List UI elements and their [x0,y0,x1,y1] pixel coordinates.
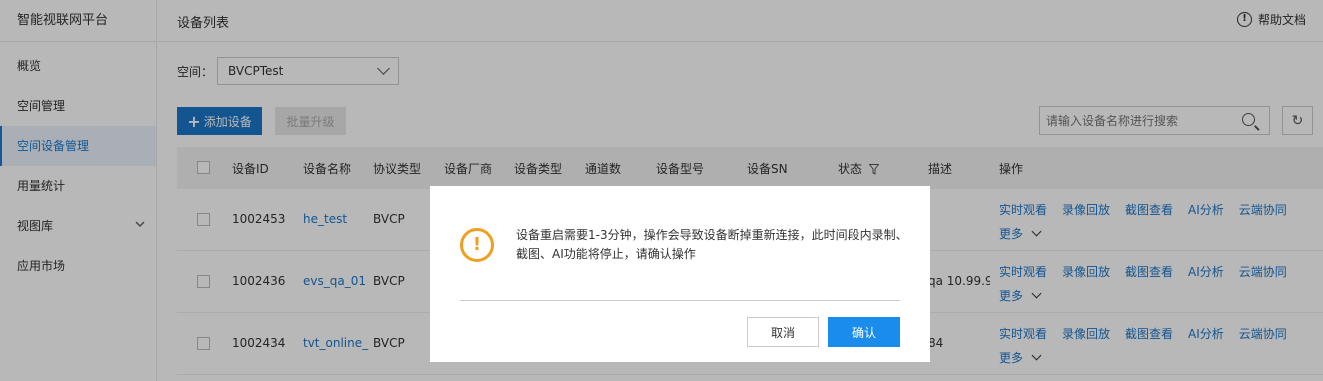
dialog-message: 设备重启需要1-3分钟，操作会导致设备断掉重新连接，此时间段内录制、截图、AI功… [516,228,908,261]
warning-icon: ! [460,228,494,262]
confirm-dialog: ! 设备重启需要1-3分钟，操作会导致设备断掉重新连接，此时间段内录制、截图、A… [430,186,930,362]
confirm-button[interactable]: 确认 [828,317,900,347]
cancel-button[interactable]: 取消 [747,317,819,347]
dialog-divider [460,300,900,301]
